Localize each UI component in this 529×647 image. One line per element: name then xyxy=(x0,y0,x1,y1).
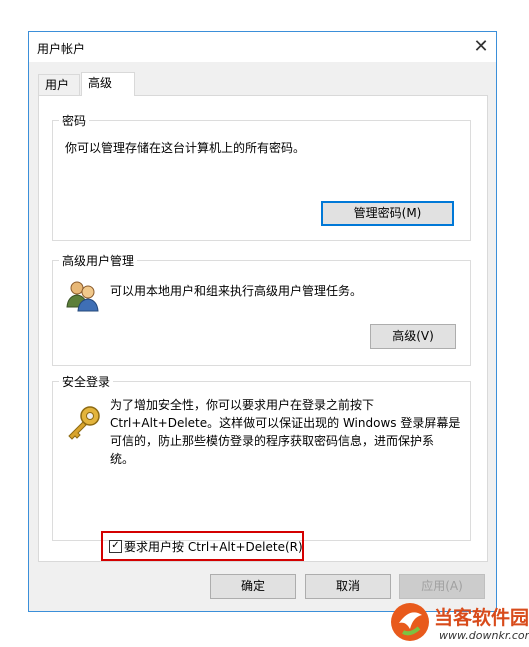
user-accounts-dialog: 用户帐户 ✕ 用户 高级 密码 你可以管理存储在这台计算机上的所有密码。 管理密… xyxy=(28,31,497,612)
advanced-user-management-description: 可以用本地用户和组来执行高级用户管理任务。 xyxy=(110,284,363,298)
watermark-url: www.downkr.com xyxy=(439,629,529,642)
users-icon xyxy=(65,279,99,313)
ctrl-alt-delete-highlight: ✓ 要求用户按 Ctrl+Alt+Delete(R) xyxy=(101,531,304,561)
watermark-title: 当客软件园 xyxy=(434,607,529,629)
tab-advanced-label: 高级 xyxy=(88,76,113,90)
key-icon xyxy=(65,404,103,442)
secure-logon-line-3: 可信的，防止那些模仿登录的程序获取密码信息，进而保护系 xyxy=(110,434,435,448)
watermark-logo-icon xyxy=(389,601,431,644)
ok-button[interactable]: 确定 xyxy=(210,574,296,599)
secure-logon-line-4: 统。 xyxy=(110,452,135,466)
apply-button[interactable]: 应用(A) xyxy=(399,574,485,599)
manage-passwords-button[interactable]: 管理密码(M) xyxy=(321,201,454,226)
title-bar: 用户帐户 ✕ xyxy=(29,32,496,62)
secure-logon-group: 安全登录 为了增加安全性，你可以要求用户在登录之前按下 Ctrl+Alt+Del… xyxy=(52,373,471,541)
advanced-user-management-group: 高级用户管理 可以用本地用户和组来执行高级用户管理任务。 高级(V) xyxy=(52,252,471,366)
window-title: 用户帐户 xyxy=(37,42,86,56)
tab-users[interactable]: 用户 xyxy=(38,74,80,95)
require-ctrl-alt-delete-label[interactable]: 要求用户按 Ctrl+Alt+Delete(R) xyxy=(124,538,303,555)
advanced-user-management-title: 高级用户管理 xyxy=(59,252,138,269)
secure-logon-line-2: Ctrl+Alt+Delete。这样做可以保证出现的 Windows 登录屏幕是 xyxy=(110,416,461,430)
require-ctrl-alt-delete-checkbox[interactable]: ✓ xyxy=(109,540,122,553)
secure-logon-title: 安全登录 xyxy=(59,373,114,390)
passwords-group-title: 密码 xyxy=(59,112,90,129)
cancel-button[interactable]: 取消 xyxy=(305,574,391,599)
tab-users-label: 用户 xyxy=(45,78,70,92)
advanced-button[interactable]: 高级(V) xyxy=(370,324,456,349)
close-icon[interactable]: ✕ xyxy=(466,32,496,62)
secure-logon-line-1: 为了增加安全性，你可以要求用户在登录之前按下 xyxy=(110,398,375,412)
advanced-tab-panel: 密码 你可以管理存储在这台计算机上的所有密码。 管理密码(M) 高级用户管理 可… xyxy=(38,95,488,562)
tab-advanced[interactable]: 高级 xyxy=(81,72,135,96)
watermark: 当客软件园 www.downkr.com xyxy=(389,601,529,644)
passwords-description: 你可以管理存储在这台计算机上的所有密码。 xyxy=(65,141,306,155)
passwords-group: 密码 你可以管理存储在这台计算机上的所有密码。 管理密码(M) xyxy=(52,112,471,241)
